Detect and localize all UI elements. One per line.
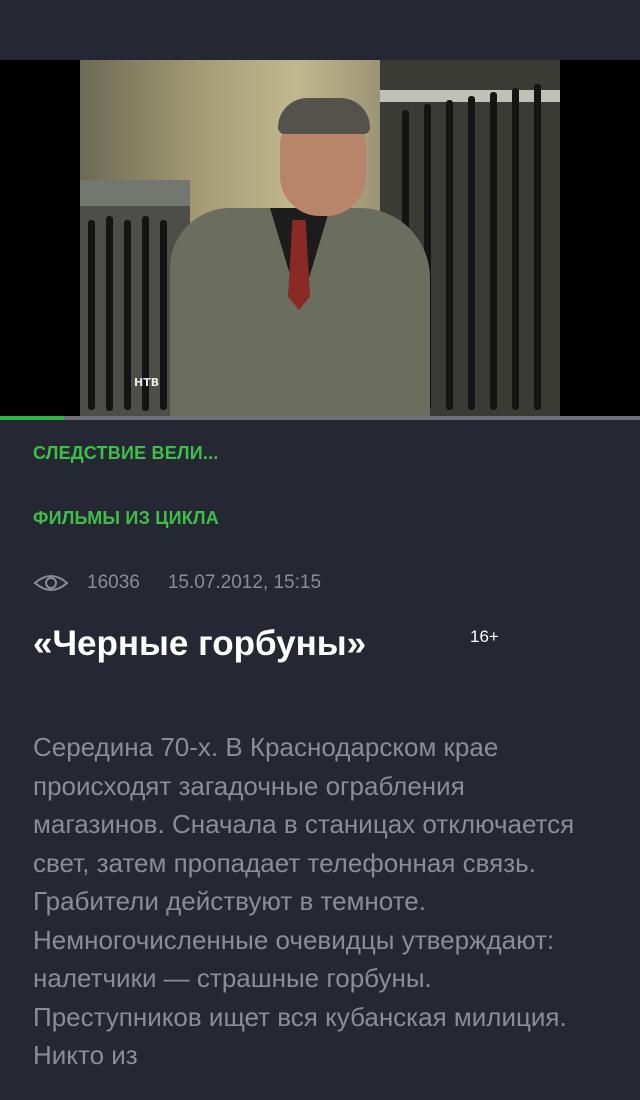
video-progress-fill — [0, 416, 64, 420]
view-count: 16036 — [87, 572, 140, 593]
episode-meta: 16036 15.07.2012, 15:15 — [33, 570, 321, 596]
presenter-figure — [170, 90, 430, 418]
publish-date: 15.07.2012, 15:15 — [167, 572, 322, 593]
show-name-link[interactable]: СЛЕДСТВИЕ ВЕЛИ... — [33, 443, 218, 464]
video-frame[interactable]: НТВ — [80, 60, 560, 418]
eye-icon — [33, 575, 69, 591]
episode-title: «Черные горбуны» — [33, 624, 367, 663]
episode-description: Середина 70-х. В Краснодарском крае прои… — [33, 732, 575, 1070]
age-rating-badge: 16+ — [470, 627, 499, 646]
video-player[interactable]: НТВ — [0, 60, 640, 418]
video-progress-bar[interactable] — [0, 416, 640, 420]
category-link[interactable]: ФИЛЬМЫ ИЗ ЦИКЛА — [33, 508, 219, 529]
channel-logo: НТВ — [134, 376, 160, 389]
top-bar — [0, 0, 640, 60]
